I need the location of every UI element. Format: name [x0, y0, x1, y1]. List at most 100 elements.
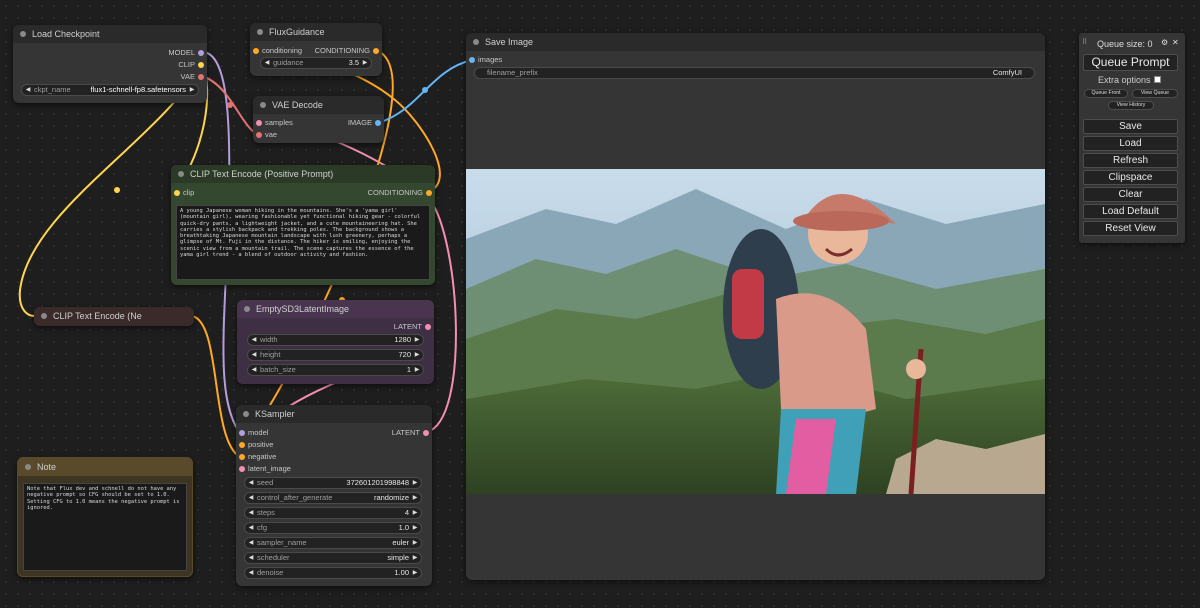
vae-input-slot-icon[interactable]: [256, 132, 262, 138]
vae-decode-node[interactable]: VAE Decode samples vae IMAGE: [253, 96, 384, 143]
collapse-dot-icon[interactable]: [257, 29, 263, 35]
close-icon[interactable]: ✕: [1172, 38, 1179, 47]
seed-number[interactable]: ◀ seed 372601201998848 ▶: [244, 477, 422, 489]
left-arrow-icon[interactable]: ◀: [246, 478, 256, 488]
node-title[interactable]: Save Image: [466, 33, 1045, 51]
collapse-dot-icon[interactable]: [41, 313, 47, 319]
output-model[interactable]: MODEL: [168, 47, 195, 59]
right-arrow-icon[interactable]: ▶: [410, 553, 420, 563]
flux-guidance-node[interactable]: FluxGuidance conditioning CONDITIONING ◀…: [250, 23, 382, 76]
reset-view-button[interactable]: Reset View: [1083, 221, 1178, 236]
left-arrow-icon[interactable]: ◀: [262, 58, 272, 68]
note-textarea[interactable]: Note that Flux dev and schnell do not ha…: [23, 483, 187, 571]
control-after-generate-combo[interactable]: ◀ control_after_generate randomize ▶: [244, 492, 422, 504]
right-arrow-icon[interactable]: ▶: [410, 568, 420, 578]
right-arrow-icon[interactable]: ▶: [360, 58, 370, 68]
left-arrow-icon[interactable]: ◀: [246, 538, 256, 548]
left-arrow-icon[interactable]: ◀: [249, 350, 259, 360]
node-title[interactable]: CLIP Text Encode (Positive Prompt): [171, 165, 435, 183]
reroute-dot[interactable]: [114, 187, 120, 193]
clip-text-encode-negative-node[interactable]: CLIP Text Encode (Ne: [34, 307, 194, 326]
load-button[interactable]: Load: [1083, 136, 1178, 151]
output-latent[interactable]: LATENT: [392, 427, 420, 439]
output-image-preview[interactable]: [466, 169, 1045, 494]
output-conditioning[interactable]: CONDITIONING: [315, 45, 370, 57]
right-arrow-icon[interactable]: ▶: [412, 350, 422, 360]
ckpt-name-combo[interactable]: ◀ ckpt_name flux1-schnell-fp8.safetensor…: [21, 84, 199, 96]
left-arrow-icon[interactable]: ◀: [23, 85, 33, 95]
output-vae[interactable]: VAE: [181, 71, 195, 83]
node-title[interactable]: VAE Decode: [253, 96, 384, 114]
extra-options-checkbox[interactable]: [1154, 76, 1161, 83]
positive-prompt-textarea[interactable]: A young Japanese woman hiking in the mou…: [176, 205, 430, 280]
collapse-dot-icon[interactable]: [260, 102, 266, 108]
conditioning-output-slot-icon[interactable]: [426, 190, 432, 196]
node-title[interactable]: CLIP Text Encode (Ne: [34, 307, 194, 325]
conditioning-output-slot-icon[interactable]: [373, 48, 379, 54]
left-arrow-icon[interactable]: ◀: [246, 568, 256, 578]
batch-size-number[interactable]: ◀ batch_size 1 ▶: [247, 364, 424, 376]
negative-input-slot-icon[interactable]: [239, 454, 245, 460]
cfg-number[interactable]: ◀ cfg 1.0 ▶: [244, 522, 422, 534]
height-number[interactable]: ◀ height 720 ▶: [247, 349, 424, 361]
clip-input-slot-icon[interactable]: [174, 190, 180, 196]
save-image-node[interactable]: Save Image images filename_prefix ComfyU…: [466, 33, 1045, 580]
input-images[interactable]: images: [478, 54, 502, 66]
conditioning-input-slot-icon[interactable]: [253, 48, 259, 54]
guidance-number[interactable]: ◀ guidance 3.5 ▶: [260, 57, 372, 69]
steps-number[interactable]: ◀ steps 4 ▶: [244, 507, 422, 519]
view-queue-button[interactable]: View Queue: [1132, 89, 1178, 98]
output-clip[interactable]: CLIP: [178, 59, 195, 71]
right-arrow-icon[interactable]: ▶: [410, 508, 420, 518]
collapse-dot-icon[interactable]: [243, 411, 249, 417]
clear-button[interactable]: Clear: [1083, 187, 1178, 202]
left-arrow-icon[interactable]: ◀: [249, 365, 259, 375]
output-image[interactable]: IMAGE: [348, 117, 372, 129]
latent-output-slot-icon[interactable]: [425, 324, 431, 330]
model-slot-icon[interactable]: [198, 50, 204, 56]
queue-front-button[interactable]: Queue Front: [1084, 89, 1128, 98]
load-default-button[interactable]: Load Default: [1083, 204, 1178, 219]
reroute-dot[interactable]: [422, 87, 428, 93]
output-latent[interactable]: LATENT: [394, 321, 422, 333]
queue-panel[interactable]: ⠿ Queue size: 0 ⚙ ✕ Queue Prompt Extra o…: [1079, 33, 1185, 243]
note-node[interactable]: Note Note that Flux dev and schnell do n…: [17, 457, 193, 577]
left-arrow-icon[interactable]: ◀: [246, 553, 256, 563]
reroute-dot[interactable]: [227, 102, 233, 108]
ksampler-node[interactable]: KSampler LATENT model positive negative …: [236, 405, 432, 586]
left-arrow-icon[interactable]: ◀: [246, 523, 256, 533]
gear-icon[interactable]: ⚙: [1161, 38, 1168, 47]
node-title[interactable]: Load Checkpoint: [13, 25, 207, 43]
input-samples[interactable]: samples: [265, 117, 293, 129]
input-conditioning[interactable]: conditioning: [262, 45, 302, 57]
node-title[interactable]: KSampler: [236, 405, 432, 423]
left-arrow-icon[interactable]: ◀: [246, 508, 256, 518]
sampler-name-combo[interactable]: ◀ sampler_name euler ▶: [244, 537, 422, 549]
collapse-dot-icon[interactable]: [20, 31, 26, 37]
empty-latent-image-node[interactable]: EmptySD3LatentImage LATENT ◀ width 1280 …: [237, 300, 434, 384]
queue-prompt-button[interactable]: Queue Prompt: [1083, 54, 1178, 71]
collapse-dot-icon[interactable]: [25, 464, 31, 470]
right-arrow-icon[interactable]: ▶: [410, 523, 420, 533]
save-button[interactable]: Save: [1083, 119, 1178, 134]
vae-slot-icon[interactable]: [198, 74, 204, 80]
node-title[interactable]: EmptySD3LatentImage: [237, 300, 434, 318]
refresh-button[interactable]: Refresh: [1083, 153, 1178, 168]
latent-output-slot-icon[interactable]: [423, 430, 429, 436]
images-input-slot-icon[interactable]: [469, 57, 475, 63]
right-arrow-icon[interactable]: ▶: [412, 335, 422, 345]
view-history-button[interactable]: View History: [1108, 101, 1154, 110]
model-input-slot-icon[interactable]: [239, 430, 245, 436]
right-arrow-icon[interactable]: ▶: [410, 478, 420, 488]
node-title[interactable]: Note: [18, 458, 192, 476]
collapse-dot-icon[interactable]: [178, 171, 184, 177]
filename-prefix-text[interactable]: filename_prefix ComfyUI: [474, 67, 1035, 79]
samples-input-slot-icon[interactable]: [256, 120, 262, 126]
right-arrow-icon[interactable]: ▶: [410, 538, 420, 548]
scheduler-combo[interactable]: ◀ scheduler simple ▶: [244, 552, 422, 564]
positive-input-slot-icon[interactable]: [239, 442, 245, 448]
input-negative[interactable]: negative: [248, 451, 276, 463]
clip-slot-icon[interactable]: [198, 62, 204, 68]
input-model[interactable]: model: [248, 427, 268, 439]
input-vae[interactable]: vae: [265, 129, 277, 141]
